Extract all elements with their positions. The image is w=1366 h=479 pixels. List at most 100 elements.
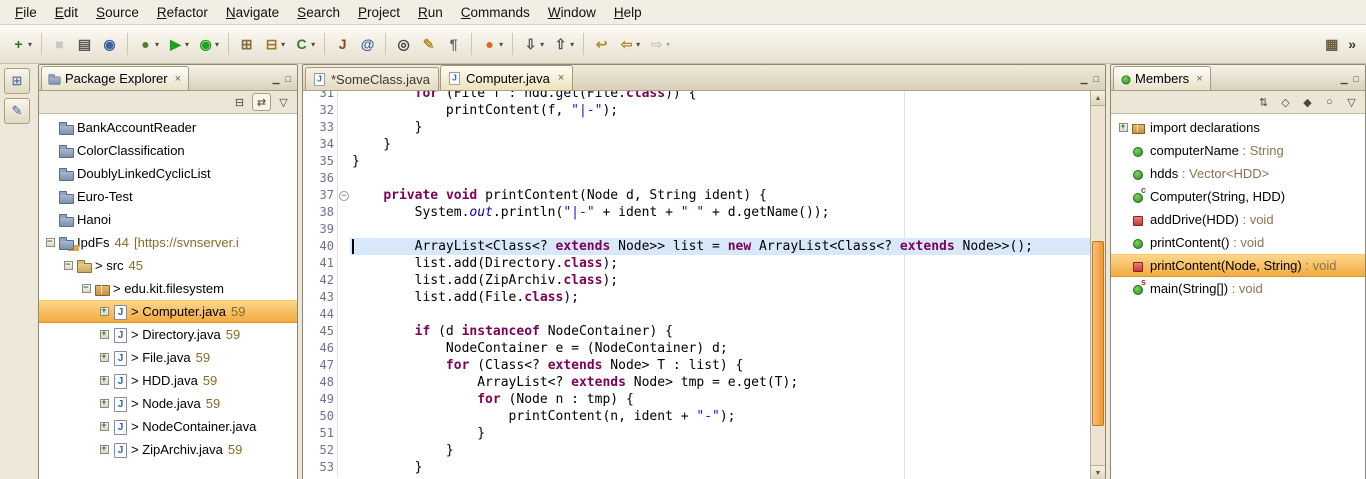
line-number[interactable]: 42	[303, 272, 337, 289]
member-item-printcontent[interactable]: printContent() : void	[1111, 231, 1365, 254]
dropdown-arrow-icon[interactable]: ▾	[570, 40, 574, 49]
dropdown-arrow-icon[interactable]: ▾	[185, 40, 189, 49]
tree-item-node-java[interactable]: +> Node.java59	[39, 392, 297, 415]
code-line-46[interactable]: 46 NodeContainer e = (NodeContainer) d;	[303, 340, 1090, 357]
hide-fields-button[interactable]: ◇	[1276, 93, 1295, 111]
line-number[interactable]: 36	[303, 170, 337, 187]
code-line-52[interactable]: 52 }	[303, 442, 1090, 459]
debug-button[interactable]: ●▾	[134, 34, 162, 55]
code-line-47[interactable]: 47 for (Class<? extends Node> T : list) …	[303, 357, 1090, 374]
tree-item-bankaccountreader[interactable]: BankAccountReader	[39, 116, 297, 139]
minimize-view-button[interactable]: ▁	[273, 75, 280, 84]
perspective-icon[interactable]: ▦	[1323, 36, 1340, 53]
view-menu-button[interactable]: ▽	[1342, 93, 1361, 111]
dropdown-arrow-icon[interactable]: ▾	[28, 40, 32, 49]
tree-item-hdd-java[interactable]: +> HDD.java59	[39, 369, 297, 392]
member-item-printcontent-node-string[interactable]: printContent(Node, String) : void	[1111, 254, 1365, 277]
tree-item-hanoi[interactable]: Hanoi	[39, 208, 297, 231]
javadoc-button[interactable]: @	[356, 34, 379, 55]
member-item-hdds[interactable]: hdds : Vector<HDD>	[1111, 162, 1365, 185]
expander-icon[interactable]: +	[97, 353, 111, 362]
code-line-51[interactable]: 51 }	[303, 425, 1090, 442]
sort-members-button[interactable]: ⇅	[1254, 93, 1273, 111]
dropdown-arrow-icon[interactable]: ▾	[155, 40, 159, 49]
editor-tab-computer-java[interactable]: Computer.java×	[440, 65, 573, 90]
line-number[interactable]: 40	[303, 238, 337, 255]
menu-commands[interactable]: Commands	[452, 1, 539, 24]
last-edit-location-button[interactable]: ↩	[590, 34, 613, 55]
close-view-icon[interactable]: ×	[1194, 73, 1202, 85]
web-browser-button[interactable]: ●▾	[478, 34, 506, 55]
new-class-button[interactable]: C▾	[290, 34, 318, 55]
code-viewport[interactable]: 31 for (File f : hdd.get(File.class)) {3…	[303, 91, 1090, 479]
expander-icon[interactable]: +	[97, 376, 111, 385]
editor-tab-someclass-java[interactable]: *SomeClass.java	[305, 67, 439, 90]
tab-members[interactable]: Members ×	[1113, 66, 1211, 90]
line-number[interactable]: 33	[303, 119, 337, 136]
collapse-all-button[interactable]: ⊟	[230, 93, 249, 111]
line-number[interactable]: 37	[303, 187, 337, 204]
code-line-33[interactable]: 33 }	[303, 119, 1090, 136]
expander-icon[interactable]: +	[97, 307, 111, 316]
expander-icon[interactable]: −	[61, 261, 75, 270]
line-number[interactable]: 43	[303, 289, 337, 306]
search-button[interactable]: ◎	[392, 34, 415, 55]
tree-item-ipdfs[interactable]: −IpdFs44[https://svnserver.i	[39, 231, 297, 254]
line-number[interactable]: 47	[303, 357, 337, 374]
menu-edit[interactable]: Edit	[46, 1, 87, 24]
scrollbar-thumb[interactable]	[1092, 241, 1104, 426]
tree-item-directory-java[interactable]: +> Directory.java59	[39, 323, 297, 346]
expander-icon[interactable]: +	[97, 399, 111, 408]
menu-search[interactable]: Search	[288, 1, 349, 24]
code-line-38[interactable]: 38 System.out.println("|-" + ident + " "…	[303, 204, 1090, 221]
breakpoints-button[interactable]: ◉	[98, 34, 121, 55]
line-number[interactable]: 39	[303, 221, 337, 238]
scroll-up-icon[interactable]: ▲	[1091, 91, 1105, 106]
tree-item-nodecontainer-java[interactable]: +> NodeContainer.java	[39, 415, 297, 438]
tree-item-ziparchiv-java[interactable]: +> ZipArchiv.java59	[39, 438, 297, 461]
dropdown-arrow-icon[interactable]: ▾	[311, 40, 315, 49]
dropdown-arrow-icon[interactable]: ▾	[281, 40, 285, 49]
menu-refactor[interactable]: Refactor	[148, 1, 217, 24]
expander-icon[interactable]: −	[43, 238, 57, 247]
expander-icon[interactable]: +	[1116, 123, 1130, 132]
jar-export-button[interactable]: J	[331, 34, 354, 55]
next-annotation-button[interactable]: ⇩▾	[519, 34, 547, 55]
line-number[interactable]: 32	[303, 102, 337, 119]
tree-item-edu-kit-filesystem[interactable]: −> edu.kit.filesystem	[39, 277, 297, 300]
dropdown-arrow-icon[interactable]: ▾	[499, 40, 503, 49]
minimize-view-button[interactable]: ▁	[1081, 75, 1088, 84]
member-item-main-string[interactable]: main(String[]) : void	[1111, 277, 1365, 300]
link-with-editor-button[interactable]: ⇄	[252, 93, 271, 111]
menu-navigate[interactable]: Navigate	[217, 1, 288, 24]
code-line-39[interactable]: 39	[303, 221, 1090, 238]
code-line-50[interactable]: 50 printContent(n, ident + "-");	[303, 408, 1090, 425]
line-number[interactable]: 49	[303, 391, 337, 408]
run-button[interactable]: ▶▾	[164, 34, 192, 55]
maximize-view-button[interactable]: □	[1354, 75, 1359, 84]
code-line-32[interactable]: 32 printContent(f, "|-");	[303, 102, 1090, 119]
tree-item-src[interactable]: −> src45	[39, 254, 297, 277]
tree-item-computer-java[interactable]: +> Computer.java59	[39, 300, 297, 323]
line-number[interactable]: 50	[303, 408, 337, 425]
toolbar-overflow-chevron[interactable]: »	[1348, 36, 1356, 52]
member-item-computer-string-hdd[interactable]: Computer(String, HDD)	[1111, 185, 1365, 208]
line-number[interactable]: 35	[303, 153, 337, 170]
dropdown-arrow-icon[interactable]: ▾	[666, 40, 670, 49]
fold-collapse-icon[interactable]: −	[339, 191, 349, 201]
close-tab-icon[interactable]: ×	[555, 72, 564, 84]
editor-vertical-scrollbar[interactable]: ▲ ▼	[1090, 91, 1105, 479]
tab-package-explorer[interactable]: Package Explorer ×	[41, 66, 189, 90]
expander-icon[interactable]: +	[97, 330, 111, 339]
menu-run[interactable]: Run	[409, 1, 452, 24]
show-whitespace-button[interactable]: ¶	[442, 34, 465, 55]
code-line-44[interactable]: 44	[303, 306, 1090, 323]
member-item-adddrive-hdd[interactable]: addDrive(HDD) : void	[1111, 208, 1365, 231]
menu-help[interactable]: Help	[605, 1, 651, 24]
minimized-editor-button[interactable]: ✎	[4, 98, 30, 124]
code-line-43[interactable]: 43 list.add(File.class);	[303, 289, 1090, 306]
code-line-40[interactable]: 40 ArrayList<Class<? extends Node>> list…	[303, 238, 1090, 255]
code-line-36[interactable]: 36	[303, 170, 1090, 187]
hide-non-public-button[interactable]: ○	[1320, 93, 1339, 111]
tree-item-doublylinkedcycliclist[interactable]: DoublyLinkedCyclicList	[39, 162, 297, 185]
